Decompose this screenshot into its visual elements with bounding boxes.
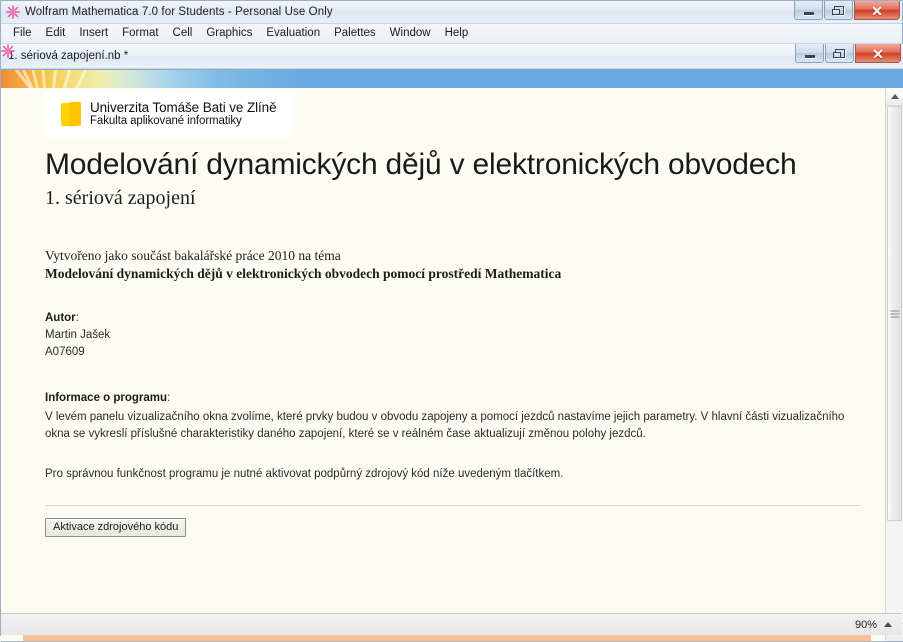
menu-item-help[interactable]: Help [438, 26, 476, 41]
notebook-close-button[interactable]: ✕ [855, 44, 901, 63]
menu-item-insert[interactable]: Insert [72, 26, 115, 41]
notebook-titlebar: 1. sériová zapojení.nb * ✕ [1, 44, 903, 69]
mathematica-spikey-icon [6, 5, 20, 19]
created-line-1: Vytvořeno jako součást bakalářské práce … [45, 248, 341, 263]
mdi-client-area: 1. sériová zapojení.nb * ✕ Univerzita To… [1, 44, 903, 642]
notebook-canvas[interactable]: Univerzita Tomáše Bati ve Zlíně Fakulta … [1, 88, 885, 641]
scroll-up-button[interactable] [886, 88, 903, 106]
page-subtitle: 1. sériová zapojení [45, 187, 196, 209]
author-name: Martin Jašek [45, 329, 111, 342]
menu-item-cell[interactable]: Cell [166, 26, 200, 41]
close-icon: ✕ [872, 45, 884, 62]
scrollbar-track[interactable] [886, 106, 903, 623]
zoom-level[interactable]: 90% [855, 619, 877, 631]
application-window: Wolfram Mathematica 7.0 for Students - P… [0, 0, 903, 642]
info-label: Informace o programu [45, 392, 168, 405]
app-window-controls: ✕ [793, 1, 900, 22]
university-name: Univerzita Tomáše Bati ve Zlíně [90, 99, 277, 115]
author-colon: : [75, 312, 79, 325]
author-label: Autor [45, 312, 76, 325]
notebook-maximize-button[interactable] [825, 44, 854, 63]
author-block: Autor: Martin Jašek A07609 [45, 310, 871, 360]
status-bar: 90% [1, 613, 902, 635]
activate-source-button[interactable]: Aktivace zdrojového kódu [45, 518, 187, 538]
app-titlebar: Wolfram Mathematica 7.0 for Students - P… [1, 1, 902, 24]
maximize-icon [831, 5, 844, 15]
menubar: File Edit Insert Format Cell Graphics Ev… [1, 24, 902, 44]
program-info-block: Informace o programu: V levém panelu viz… [45, 390, 871, 442]
notebook-title: 1. sériová zapojení.nb * [8, 50, 129, 62]
info-heading: Informace o programu: [45, 390, 871, 407]
scroll-thumb-grip-icon [890, 310, 899, 317]
faculty-name: Fakulta aplikované informatiky [90, 115, 242, 128]
activate-note-block: Pro správnou funkčnost programu je nutné… [45, 466, 871, 483]
menu-item-format[interactable]: Format [115, 26, 165, 41]
menu-item-edit[interactable]: Edit [39, 26, 73, 41]
author-id: A07609 [45, 345, 85, 358]
created-line-2: Modelování dynamických dějů v elektronic… [45, 266, 562, 282]
notebook-window-controls: ✕ [794, 44, 901, 65]
author-heading: Autor: [45, 310, 871, 327]
created-block: Vytvořeno jako součást bakalářské práce … [45, 247, 871, 283]
info-body: V levém panelu vizualizačního okna zvolí… [45, 411, 845, 440]
scroll-up-arrow-icon [890, 94, 899, 99]
close-button[interactable]: ✕ [854, 1, 900, 20]
close-icon: ✕ [871, 2, 883, 19]
notebook-minimize-button[interactable] [795, 44, 824, 63]
university-logo-block: Univerzita Tomáše Bati ve Zlíně Fakulta … [45, 91, 295, 137]
maximize-button[interactable] [824, 1, 853, 20]
minimize-icon [804, 54, 815, 58]
decorative-banner [1, 69, 903, 88]
maximize-icon [832, 48, 845, 58]
page-title: Modelování dynamických dějů v elektronic… [45, 148, 797, 181]
info-colon: : [167, 392, 171, 405]
notebook-window: 1. sériová zapojení.nb * ✕ Univerzita To… [1, 44, 903, 642]
sunburst-gradient [1, 70, 301, 88]
document-content: Modelování dynamických dějů v elektronic… [45, 148, 871, 538]
minimize-icon [803, 11, 814, 15]
menu-item-evaluation[interactable]: Evaluation [259, 26, 327, 41]
app-title: Wolfram Mathematica 7.0 for Students - P… [25, 6, 333, 18]
menu-item-file[interactable]: File [6, 26, 39, 41]
activate-note: Pro správnou funkčnost programu je nutné… [45, 468, 564, 481]
caret-up-icon[interactable] [884, 622, 892, 627]
book-icon [61, 101, 81, 127]
menu-item-window[interactable]: Window [383, 26, 438, 41]
minimize-button[interactable] [794, 1, 823, 20]
menu-item-palettes[interactable]: Palettes [327, 26, 383, 41]
separator-line [45, 505, 860, 507]
notebook-body: Univerzita Tomáše Bati ve Zlíně Fakulta … [1, 88, 903, 641]
scrollbar-thumb[interactable] [887, 106, 902, 521]
menu-item-graphics[interactable]: Graphics [199, 26, 259, 41]
notebook-scrollbar[interactable] [885, 88, 903, 641]
